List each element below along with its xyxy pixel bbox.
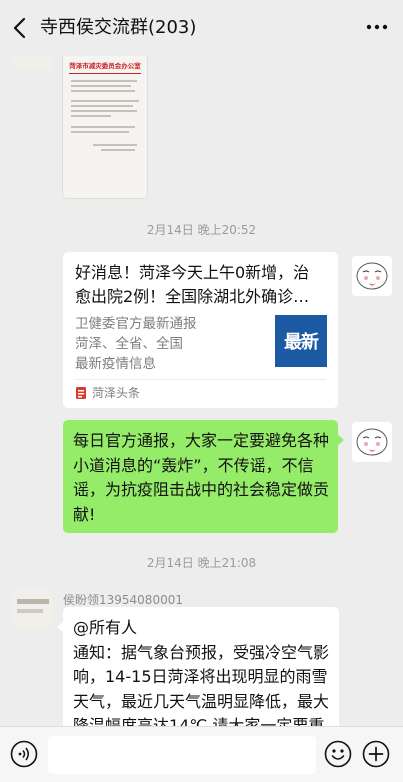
message-bubble-self[interactable]: 每日官方通报，大家一定要避免各种小道消息的“轰炸”，不传谣，不信谣，为抗疫阻击战… (63, 420, 338, 533)
message-input[interactable] (48, 736, 316, 774)
timestamp: 2月14日 晚上21:08 (146, 556, 257, 570)
face-avatar-icon (352, 422, 392, 462)
timestamp: 2月14日 晚上20:52 (146, 223, 257, 237)
more-dots-icon[interactable] (365, 22, 389, 32)
face-avatar-icon (352, 256, 392, 296)
chat-title: 寺西侯交流群(203) (40, 17, 197, 38)
message-list[interactable]: 菏泽市减灾委员会办公室 2月14日 晚上20:52 好消息！菏泽今天上午0新增，… (0, 56, 403, 726)
message-bubble-other[interactable]: @所有人 通知：据气象台预报，受强冷空气影响，14-15日菏泽将出现明显的雨雪天… (63, 607, 339, 726)
input-bar (0, 726, 403, 782)
image-message[interactable]: 菏泽市减灾委员会办公室 (63, 56, 147, 198)
message-text: 每日官方通报，大家一定要避免各种小道消息的“轰炸”，不传谣，不信谣，为抗疫阻击战… (73, 431, 330, 524)
avatar[interactable] (13, 56, 53, 70)
message-text: @所有人 通知：据气象台预报，受强冷空气影响，14-15日菏泽将出现明显的雨雪天… (73, 618, 330, 726)
link-card[interactable]: 好消息！菏泽今天上午0新增，治愈出院2例！全国除湖北外确诊… 卫健委官方最新通报… (63, 252, 338, 408)
bubble-tail (337, 434, 344, 446)
card-description: 卫健委官方最新通报 菏泽、全省、全国 最新疫情信息 (75, 316, 197, 372)
voice-icon[interactable] (10, 740, 38, 768)
card-divider (75, 379, 326, 380)
emoji-icon[interactable] (324, 740, 352, 768)
card-thumbnail: 最新 (275, 315, 327, 367)
doc-rule (69, 73, 141, 74)
avatar-self[interactable] (352, 422, 392, 462)
chat-header: 寺西侯交流群(203) (0, 0, 403, 56)
avatar-self[interactable] (352, 256, 392, 296)
sender-name: 侯盼领13954080001 (63, 593, 183, 607)
toutiao-icon (76, 387, 86, 399)
card-title: 好消息！菏泽今天上午0新增，治愈出院2例！全国除湖北外确诊… (75, 263, 310, 306)
card-source: 菏泽头条 (92, 386, 141, 400)
plus-icon[interactable] (362, 740, 390, 768)
doc-heading: 菏泽市减灾委员会办公室 (69, 62, 141, 70)
avatar[interactable] (13, 589, 53, 629)
chevron-left-icon[interactable] (9, 15, 33, 41)
